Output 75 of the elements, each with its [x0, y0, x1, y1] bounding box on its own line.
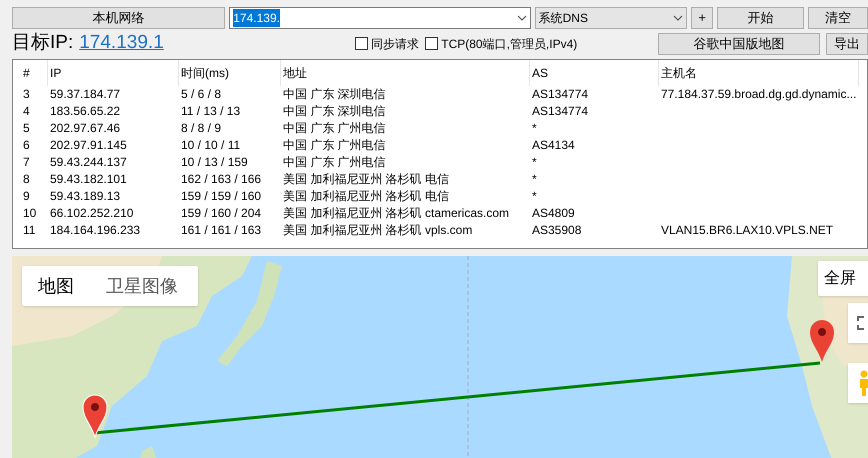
table-cell-text: 4 — [22, 103, 31, 120]
option-label: 同步请求 — [371, 36, 420, 52]
table-cell-text: 162 / 163 / 166 — [180, 171, 262, 188]
table-cell-text: AS35908 — [531, 222, 582, 239]
table-cell-text: AS134774 — [531, 86, 590, 103]
table-cell-text: 中国 广东 深圳电信 — [282, 86, 387, 103]
table-cell-text: * — [531, 154, 538, 171]
table-cell-text: 59.37.184.77 — [49, 86, 122, 103]
table-cell-text: 159 / 160 / 204 — [180, 205, 262, 222]
table-cell-text: * — [531, 171, 538, 188]
table-cell-text: 66.102.252.210 — [49, 205, 134, 222]
target-combo[interactable]: 174.139. — [229, 7, 531, 29]
table-cell-text: 159 / 159 / 160 — [180, 188, 262, 205]
chevron-icon — [516, 15, 527, 21]
table-cell-text: AS134774 — [531, 103, 590, 120]
table-cell-text: 7 — [22, 154, 31, 171]
map-pin-icon — [809, 319, 835, 363]
map-type-tab[interactable]: 卫星图像 — [90, 272, 194, 300]
clear-button[interactable]: 清空 — [808, 7, 868, 29]
table-cell-text: 59.43.189.13 — [49, 188, 122, 205]
table-cell-text: 6 — [22, 137, 31, 154]
map-pin-icon — [82, 394, 108, 438]
export-button[interactable]: 导出 — [826, 32, 868, 54]
table-cell-text: 59.43.244.137 — [49, 154, 128, 171]
person-icon — [857, 370, 868, 396]
table-cell-text: * — [531, 188, 538, 205]
column-header[interactable]: 地址 — [281, 60, 530, 86]
table-cell-text: 5 / 6 / 8 — [180, 86, 222, 103]
table-cell-text: 10 / 13 / 159 — [180, 154, 249, 171]
table-cell-text: 11 / 13 / 13 — [180, 103, 242, 120]
table-cell-text: 8 / 8 / 9 — [180, 120, 222, 137]
table-cell-text: 8 — [22, 171, 31, 188]
dns-combo[interactable]: 系统DNS — [534, 7, 688, 29]
table-cell-text: 美国 加利福尼亚州 洛杉矶 电信 — [282, 188, 450, 205]
table-cell-text: 77.184.37.59.broad.dg.gd.dynamic... — [660, 86, 858, 103]
add-button[interactable]: + — [691, 7, 713, 29]
start-button[interactable]: 开始 — [716, 7, 804, 29]
target-label: 目标IP: — [12, 31, 74, 56]
column-header[interactable]: # — [21, 60, 48, 86]
table-cell-text: 10 / 10 / 11 — [180, 137, 242, 154]
table-cell-text: 183.56.65.22 — [49, 103, 122, 120]
table-cell-text: 3 — [22, 86, 31, 103]
column-header[interactable]: IP — [48, 60, 179, 86]
table-cell-text: AS4134 — [531, 137, 576, 154]
option-label: TCP(80端口,管理员,IPv4) — [441, 36, 578, 52]
table-cell-text: 161 / 161 / 163 — [180, 222, 262, 239]
network-button[interactable]: 本机网络 — [12, 7, 226, 29]
table-cell-text: 美国 加利福尼亚州 洛杉矶 vpls.com — [282, 222, 474, 239]
table-cell-text: 202.97.67.46 — [49, 120, 122, 137]
table-cell-text: 5 — [22, 120, 31, 137]
map-button[interactable]: 谷歌中国版地图 — [658, 32, 820, 54]
table-cell-text: 59.43.182.101 — [49, 171, 128, 188]
table-cell-text: VLAN15.BR6.LAX10.VPLS.NET — [660, 222, 834, 239]
checkbox[interactable] — [425, 37, 438, 50]
map-type-tab[interactable]: 地图 — [22, 272, 90, 300]
table-cell-text: 184.164.196.233 — [49, 222, 142, 239]
table-cell-text: 11 — [22, 222, 36, 239]
column-header[interactable]: 时间(ms) — [179, 60, 281, 86]
table-cell-text: 中国 广东 广州电信 — [282, 120, 387, 137]
target-ip-link[interactable]: 174.139.1 — [79, 29, 350, 58]
checkbox[interactable] — [355, 37, 368, 50]
table-cell-text: 中国 广东 广州电信 — [282, 137, 387, 154]
fullscreen-label-button[interactable]: 全屏 — [818, 261, 868, 296]
table-cell-text: 中国 广东 广州电信 — [282, 154, 387, 171]
table-cell-text: 美国 加利福尼亚州 洛杉矶 电信 — [282, 171, 450, 188]
table-cell-text: AS4809 — [531, 205, 576, 222]
column-header[interactable]: 主机名 — [659, 60, 859, 86]
chevron-icon — [673, 15, 684, 21]
table-cell-text: 202.97.91.145 — [49, 137, 128, 154]
table-cell-text: 美国 加利福尼亚州 洛杉矶 ctamericas.com — [282, 205, 510, 222]
table-cell-text: * — [531, 120, 538, 137]
table-cell-text: 中国 广东 深圳电信 — [282, 103, 387, 120]
table-cell-text: 9 — [22, 188, 31, 205]
column-header[interactable]: AS — [530, 60, 659, 86]
table-cell-text: 10 — [22, 205, 38, 222]
